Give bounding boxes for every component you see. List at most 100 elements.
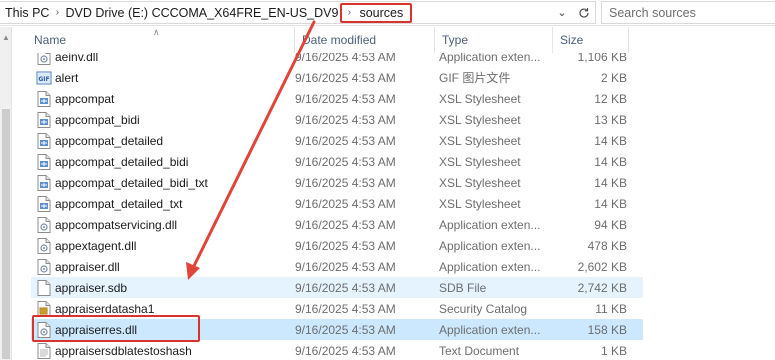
column-headers: ∧ Name Date modified Type Size [13, 27, 775, 53]
chevron-right-icon[interactable]: › [344, 7, 354, 18]
file-date: 9/16/2025 4:53 AM [295, 70, 396, 85]
chevron-right-icon[interactable]: › [50, 7, 64, 18]
column-header-type[interactable]: Type [435, 27, 553, 53]
file-type: XSL Stylesheet [439, 154, 521, 169]
file-name[interactable]: appraisersdblatestoshash [55, 340, 291, 360]
column-header-size[interactable]: Size [553, 27, 629, 53]
file-name[interactable]: appcompat_detailed_txt [55, 193, 291, 214]
file-type: Application exten... [439, 53, 541, 64]
file-date: 9/16/2025 4:53 AM [295, 259, 396, 274]
file-row[interactable]: GIF alert 9/16/2025 4:53 AM GIF 图片文件 2 KB [31, 67, 643, 88]
file-type: XSL Stylesheet [439, 196, 521, 211]
breadcrumb-this-pc[interactable]: This PC [4, 6, 50, 20]
refresh-icon[interactable] [573, 2, 595, 23]
file-size: 14 KB [594, 196, 627, 211]
file-size: 2 KB [600, 70, 627, 85]
file-size: 158 KB [587, 322, 627, 337]
annotation-highlight-box [32, 315, 200, 342]
xsl-icon [35, 109, 53, 130]
address-bar[interactable]: This PC › DVD Drive (E:) CCCOMA_X64FRE_E… [0, 1, 596, 24]
file-date: 9/16/2025 4:53 AM [295, 301, 396, 316]
search-input[interactable]: Search sources [601, 1, 775, 24]
file-name[interactable]: appraiser.dll [55, 256, 291, 277]
file-row[interactable]: appcompat_detailed_txt 9/16/2025 4:53 AM X… [31, 193, 643, 214]
dll-icon [35, 256, 53, 277]
file-name[interactable]: appcompatservicing.dll [55, 214, 291, 235]
file-list[interactable]: aeinv.dll 9/16/2025 4:53 AM Application ex… [13, 53, 775, 360]
sdb-icon [35, 277, 53, 298]
history-dropdown-icon[interactable]: ⌄ [551, 2, 573, 23]
file-row[interactable]: appraiser.dll 9/16/2025 4:53 AM Applicatio… [31, 256, 643, 277]
breadcrumb-sources[interactable]: sources [358, 6, 404, 20]
file-size: 2,602 KB [577, 259, 627, 274]
file-name[interactable]: appcompat_detailed [55, 130, 291, 151]
file-size: 1 KB [600, 343, 627, 358]
file-row[interactable]: appcompat_detailed_bidi_txt 9/16/2025 4:5… [31, 172, 643, 193]
breadcrumb-sources-highlight: › sources [340, 2, 413, 23]
breadcrumb-dvd-drive[interactable]: DVD Drive (E:) CCCOMA_X64FRE_EN-US_DV9 [64, 6, 339, 20]
file-type: Application exten... [439, 238, 541, 253]
file-size: 2,742 KB [577, 280, 627, 295]
file-row[interactable]: appraiser.sdb 9/16/2025 4:53 AM SDB File 2,… [31, 277, 643, 298]
file-date: 9/16/2025 4:53 AM [295, 238, 396, 253]
file-size: 14 KB [594, 175, 627, 190]
file-date: 9/16/2025 4:53 AM [295, 133, 396, 148]
file-name[interactable]: appcompat_detailed_bidi_txt [55, 172, 291, 193]
navigation-scrollbar-thumb[interactable] [2, 109, 10, 359]
file-type: Application exten... [439, 259, 541, 274]
file-type: Application exten... [439, 322, 541, 337]
file-date: 9/16/2025 4:53 AM [295, 175, 396, 190]
file-name[interactable]: appextagent.dll [55, 235, 291, 256]
file-name[interactable]: appcompat [55, 88, 291, 109]
txt-icon [35, 340, 53, 360]
file-name[interactable]: appcompat_bidi [55, 109, 291, 130]
column-header-date[interactable]: Date modified [295, 27, 435, 53]
file-date: 9/16/2025 4:53 AM [295, 91, 396, 106]
search-placeholder: Search sources [609, 5, 696, 20]
file-row[interactable]: appcompat 9/16/2025 4:53 AM XSL Stylesheet… [31, 88, 643, 109]
file-row[interactable]: appcompat_bidi 9/16/2025 4:53 AM XSL Style… [31, 109, 643, 130]
file-name[interactable]: appcompat_detailed_bidi [55, 151, 291, 172]
scroll-up-icon[interactable]: ▲ [0, 33, 12, 42]
file-date: 9/16/2025 4:53 AM [295, 154, 396, 169]
dll-icon [35, 235, 53, 256]
file-row[interactable]: appcompat_detailed_bidi 9/16/2025 4:53 AM… [31, 151, 643, 172]
dll-icon [35, 214, 53, 235]
file-size: 1,106 KB [577, 53, 627, 64]
file-name[interactable]: alert [55, 67, 291, 88]
file-date: 9/16/2025 4:53 AM [295, 280, 396, 295]
navigation-pane[interactable]: ▲ [0, 27, 12, 360]
file-size: 13 KB [594, 112, 627, 127]
xsl-icon [35, 193, 53, 214]
file-type: XSL Stylesheet [439, 91, 521, 106]
file-size: 94 KB [594, 217, 627, 232]
xsl-icon [35, 151, 53, 172]
file-row[interactable]: appextagent.dll 9/16/2025 4:53 AM Applicat… [31, 235, 643, 256]
file-size: 11 KB [595, 301, 627, 316]
file-row[interactable]: appcompatservicing.dll 9/16/2025 4:53 AM A… [31, 214, 643, 235]
file-date: 9/16/2025 4:53 AM [295, 217, 396, 232]
file-row[interactable]: aeinv.dll 9/16/2025 4:53 AM Application ex… [31, 53, 643, 67]
file-type: GIF 图片文件 [439, 71, 511, 85]
file-date: 9/16/2025 4:53 AM [295, 343, 396, 358]
file-date: 9/16/2025 4:53 AM [295, 53, 396, 64]
column-header-name[interactable]: Name [27, 27, 295, 53]
xsl-icon [35, 172, 53, 193]
file-size: 12 KB [594, 91, 627, 106]
file-size: 478 KB [587, 238, 627, 253]
file-type: Text Document [439, 343, 520, 358]
file-type: XSL Stylesheet [439, 175, 521, 190]
file-name[interactable]: aeinv.dll [55, 53, 291, 67]
file-date: 9/16/2025 4:53 AM [295, 322, 396, 337]
file-row[interactable]: appraisersdblatestoshash 9/16/2025 4:53 A… [31, 340, 643, 360]
file-type: XSL Stylesheet [439, 133, 521, 148]
svg-text:GIF: GIF [38, 76, 49, 83]
file-type: Security Catalog [439, 301, 528, 316]
file-date: 9/16/2025 4:53 AM [295, 112, 396, 127]
xsl-icon [35, 88, 53, 109]
file-type: XSL Stylesheet [439, 112, 521, 127]
dll-icon [35, 53, 53, 67]
file-row[interactable]: appcompat_detailed 9/16/2025 4:53 AM XSL S… [31, 130, 643, 151]
file-type: Application exten... [439, 217, 541, 232]
file-name[interactable]: appraiser.sdb [55, 277, 291, 298]
